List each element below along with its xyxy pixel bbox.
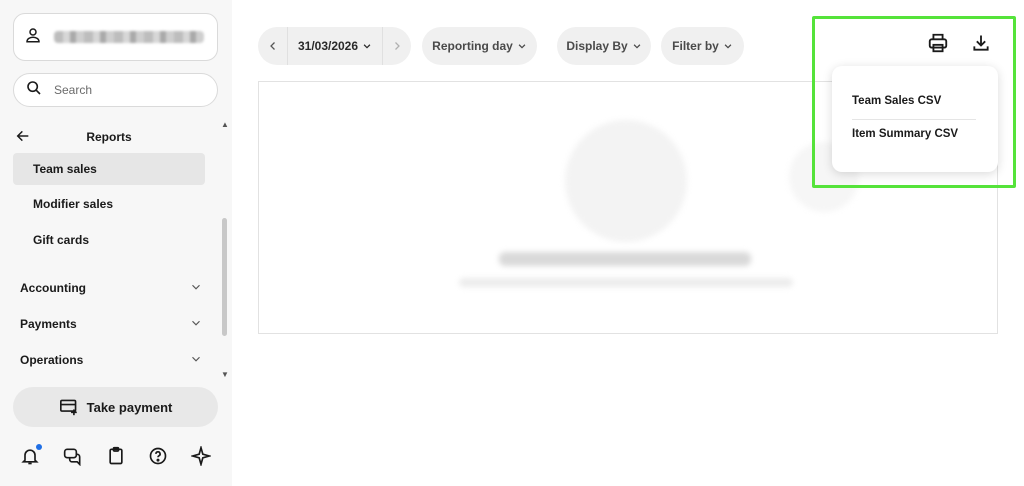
chevron-down-icon bbox=[517, 41, 527, 51]
take-payment-button[interactable]: Take payment bbox=[13, 387, 218, 427]
reporting-day-label: Reporting day bbox=[432, 39, 513, 53]
account-switcher[interactable] bbox=[13, 13, 218, 61]
menu-divider bbox=[852, 119, 976, 120]
empty-state-subtitle-redacted bbox=[459, 278, 793, 287]
sidebar-section-accounting[interactable]: Accounting bbox=[13, 274, 203, 302]
reporting-day-dropdown[interactable]: Reporting day bbox=[422, 27, 537, 65]
nav-title: Reports bbox=[86, 130, 132, 144]
search-input[interactable] bbox=[54, 83, 194, 97]
sidebar-scrollbar[interactable] bbox=[222, 218, 227, 336]
section-label: Payments bbox=[20, 317, 77, 331]
export-item-summary-csv[interactable]: Item Summary CSV bbox=[852, 128, 976, 140]
sidebar-item-label: Modifier sales bbox=[33, 197, 114, 211]
nav-header: Reports bbox=[13, 126, 213, 148]
sidebar: Reports Team sales Modifier sales Gift c… bbox=[0, 0, 232, 486]
chevron-down-icon bbox=[362, 41, 372, 51]
empty-state-illustration bbox=[565, 120, 687, 242]
sidebar-item-gift-cards[interactable]: Gift cards bbox=[13, 224, 205, 256]
sidebar-item-label: Team sales bbox=[33, 162, 97, 176]
card-add-icon bbox=[59, 399, 77, 416]
sparkle-icon[interactable] bbox=[189, 444, 213, 468]
search-box[interactable] bbox=[13, 73, 218, 107]
date-picker-group: 31/03/2026 bbox=[258, 27, 411, 65]
display-by-dropdown[interactable]: Display By bbox=[557, 27, 651, 65]
sidebar-item-team-sales[interactable]: Team sales bbox=[13, 153, 205, 185]
date-value: 31/03/2026 bbox=[297, 39, 359, 53]
date-selector[interactable]: 31/03/2026 bbox=[288, 27, 382, 65]
filter-by-label: Filter by bbox=[672, 39, 719, 53]
sidebar-section-payments[interactable]: Payments bbox=[13, 310, 203, 338]
help-icon[interactable] bbox=[146, 444, 170, 468]
print-icon[interactable] bbox=[925, 30, 951, 56]
bell-icon[interactable] bbox=[18, 444, 42, 468]
section-label: Operations bbox=[20, 353, 84, 367]
sidebar-item-modifier-sales[interactable]: Modifier sales bbox=[13, 188, 205, 220]
clipboard-icon[interactable] bbox=[104, 444, 128, 468]
export-menu: Team Sales CSV Item Summary CSV bbox=[832, 66, 998, 172]
chevron-down-icon bbox=[189, 352, 203, 369]
bottom-icon-bar bbox=[0, 440, 232, 472]
chevron-down-icon bbox=[632, 41, 642, 51]
filter-by-dropdown[interactable]: Filter by bbox=[661, 27, 744, 65]
chevron-down-icon bbox=[189, 280, 203, 297]
scroll-down-arrow-icon[interactable]: ▼ bbox=[221, 370, 229, 379]
export-team-sales-csv[interactable]: Team Sales CSV bbox=[852, 95, 976, 107]
account-name-redacted bbox=[54, 31, 204, 43]
next-date-button[interactable] bbox=[382, 27, 411, 65]
previous-date-button[interactable] bbox=[258, 27, 288, 65]
empty-state-title-redacted bbox=[499, 252, 751, 266]
chat-icon[interactable] bbox=[61, 444, 85, 468]
sidebar-item-label: Gift cards bbox=[33, 233, 90, 247]
display-by-label: Display By bbox=[566, 39, 628, 53]
user-icon bbox=[24, 26, 42, 49]
app-window: Reports Team sales Modifier sales Gift c… bbox=[0, 0, 1024, 486]
section-label: Accounting bbox=[20, 281, 86, 295]
scroll-up-arrow-icon[interactable]: ▲ bbox=[221, 120, 229, 129]
notification-dot bbox=[36, 444, 42, 450]
chevron-down-icon bbox=[723, 41, 733, 51]
take-payment-label: Take payment bbox=[86, 399, 173, 415]
download-icon[interactable] bbox=[968, 30, 994, 56]
sidebar-section-operations[interactable]: Operations bbox=[13, 346, 203, 374]
search-icon bbox=[26, 80, 42, 101]
chevron-down-icon bbox=[189, 316, 203, 333]
